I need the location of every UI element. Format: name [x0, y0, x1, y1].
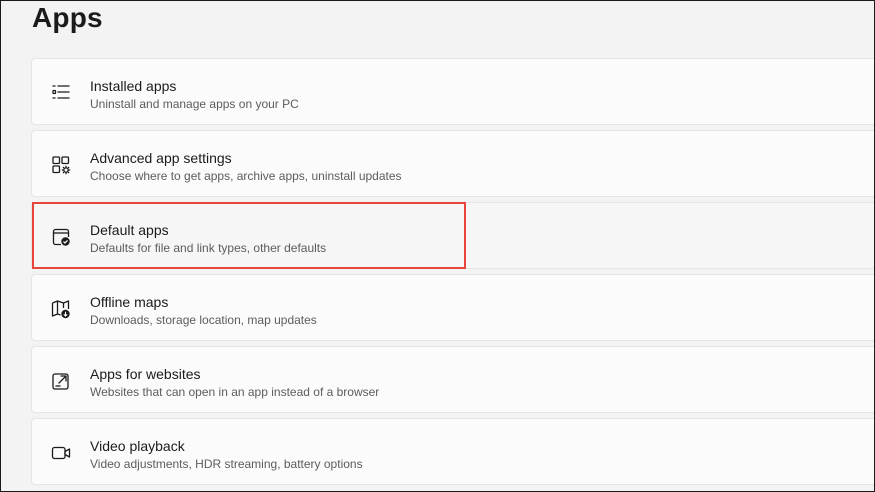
- apps-for-websites-subtitle: Websites that can open in an app instead…: [90, 385, 380, 399]
- offline-maps-subtitle: Downloads, storage location, map updates: [90, 313, 317, 327]
- video-playback-icon: [50, 442, 72, 464]
- default-apps-title: Default apps: [90, 222, 169, 238]
- installed-apps-icon: [50, 82, 72, 104]
- advanced-app-settings-icon: [50, 154, 72, 176]
- apps-settings-list: Installed apps Uninstall and manage apps…: [31, 58, 874, 490]
- installed-apps-subtitle: Uninstall and manage apps on your PC: [90, 97, 299, 111]
- apps-for-websites-icon: [50, 370, 72, 392]
- offline-maps-title: Offline maps: [90, 294, 169, 310]
- page-title: Apps: [32, 2, 103, 33]
- installed-apps-title: Installed apps: [90, 78, 177, 94]
- video-playback-subtitle: Video adjustments, HDR streaming, batter…: [90, 457, 363, 471]
- advanced-app-settings-item[interactable]: Advanced app settings Choose where to ge…: [31, 130, 874, 197]
- settings-window: Apps Installed apps Uninstall and manage…: [0, 0, 875, 492]
- installed-apps-item[interactable]: Installed apps Uninstall and manage apps…: [31, 58, 874, 125]
- video-playback-item[interactable]: Video playback Video adjustments, HDR st…: [31, 418, 874, 485]
- apps-for-websites-title: Apps for websites: [90, 366, 201, 382]
- offline-maps-item[interactable]: Offline maps Downloads, storage location…: [31, 274, 874, 341]
- default-apps-subtitle: Defaults for file and link types, other …: [90, 241, 327, 255]
- advanced-app-settings-subtitle: Choose where to get apps, archive apps, …: [90, 169, 402, 183]
- default-apps-icon: [50, 226, 72, 248]
- advanced-app-settings-title: Advanced app settings: [90, 150, 232, 166]
- apps-for-websites-item[interactable]: Apps for websites Websites that can open…: [31, 346, 874, 413]
- video-playback-title: Video playback: [90, 438, 185, 454]
- offline-maps-icon: [50, 298, 72, 320]
- default-apps-item[interactable]: Default apps Defaults for file and link …: [31, 202, 874, 269]
